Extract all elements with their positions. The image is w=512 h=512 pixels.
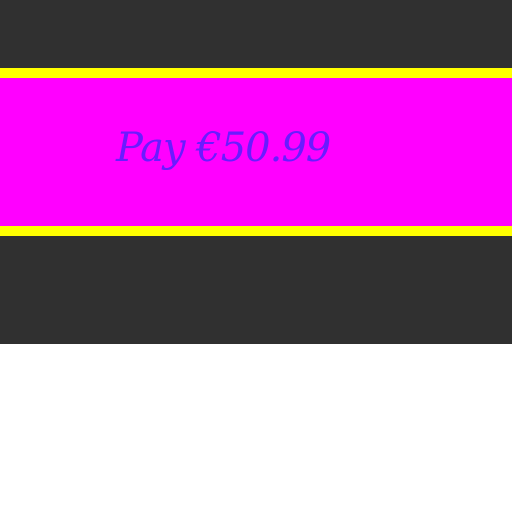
pay-button-label: Pay €50.99 <box>116 125 331 171</box>
dark-panel: Pay €50.99 <box>0 0 512 344</box>
payment-screen: Pay €50.99 <box>0 0 512 512</box>
blank-area <box>0 344 512 512</box>
pay-button[interactable]: Pay €50.99 <box>0 68 512 236</box>
